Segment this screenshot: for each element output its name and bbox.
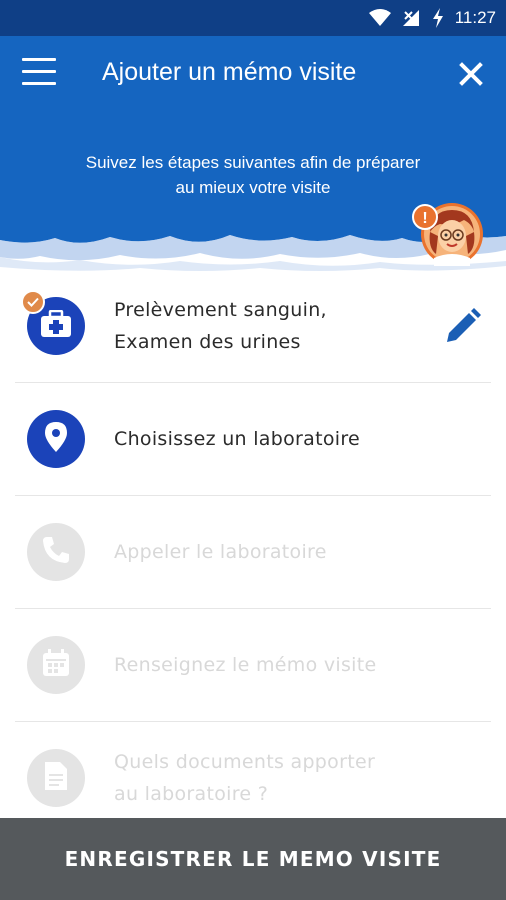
signal-icon	[401, 8, 421, 28]
document-icon	[43, 761, 69, 795]
step-fill-memo: Renseignez le mémo visite	[15, 609, 491, 722]
alert-badge: !	[412, 204, 438, 230]
phone-icon	[41, 535, 71, 569]
step-icon-phone	[27, 523, 85, 581]
location-pin-icon	[45, 422, 67, 456]
instructions-banner: Suivez les étapes suivantes afin de prép…	[0, 114, 506, 274]
step-label: Choisissez un laboratoire	[114, 428, 361, 450]
step-label: Appeler le laboratoire	[114, 541, 327, 563]
step-icon-location	[27, 410, 85, 468]
battery-charging-icon	[431, 8, 445, 28]
step-icon-calendar	[27, 636, 85, 694]
step-label-line-1: Prelèvement sanguin,	[114, 299, 327, 321]
status-bar: 11:27	[0, 0, 506, 36]
step-choose-laboratory[interactable]: Choisissez un laboratoire	[15, 383, 491, 496]
step-icon-document	[27, 749, 85, 807]
hamburger-menu-icon[interactable]	[22, 58, 58, 92]
step-blood-urine-test[interactable]: Prelèvement sanguin, Examen des urines	[15, 270, 491, 383]
step-label-line-1: Quels documents apporter	[114, 751, 376, 773]
status-time: 11:27	[454, 8, 496, 27]
banner-line-2: au mieux votre visite	[175, 178, 331, 197]
step-label-line-2: Examen des urines	[114, 331, 301, 353]
wifi-icon	[368, 9, 391, 27]
close-icon[interactable]	[458, 61, 484, 87]
page-title: Ajouter un mémo visite	[102, 58, 357, 86]
medical-kit-icon	[40, 309, 72, 342]
step-label: Renseignez le mémo visite	[114, 654, 377, 676]
toolbar: Ajouter un mémo visite	[0, 36, 506, 114]
completed-check-icon	[21, 290, 45, 314]
calendar-icon	[41, 648, 71, 682]
steps-list: Prelèvement sanguin, Examen des urines C…	[0, 270, 506, 835]
edit-pencil-icon[interactable]	[443, 308, 481, 346]
banner-instructions: Suivez les étapes suivantes afin de prép…	[0, 150, 506, 200]
save-memo-button[interactable]: ENREGISTRER LE MEMO VISITE	[0, 818, 506, 900]
banner-line-1: Suivez les étapes suivantes afin de prép…	[85, 153, 421, 172]
step-call-laboratory: Appeler le laboratoire	[15, 496, 491, 609]
step-label-line-2: au laboratoire ?	[114, 783, 269, 805]
step-label: Prelèvement sanguin, Examen des urines	[114, 294, 327, 358]
step-label: Quels documents apporter au laboratoire …	[114, 746, 375, 810]
